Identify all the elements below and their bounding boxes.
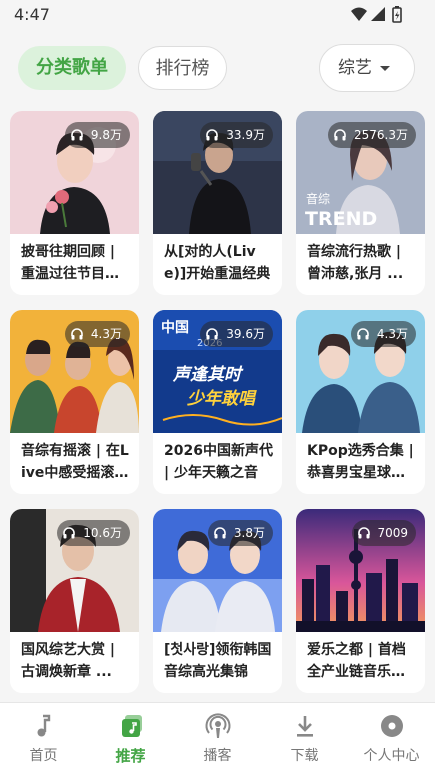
- headphones-icon: [214, 526, 226, 538]
- bottom-nav: 首页 推荐 播客 下载 个人中心: [0, 702, 435, 774]
- download-icon: [297, 716, 313, 737]
- play-count: 9.8万: [90, 128, 122, 142]
- cover-text: TREND: [305, 208, 377, 230]
- nav-label: 首页: [29, 748, 58, 764]
- cover-text: 中国: [161, 319, 189, 336]
- headphones-icon: [71, 327, 83, 339]
- cover-text: 少年敢唱: [187, 389, 257, 409]
- play-count-badge: 4.3万: [65, 321, 130, 347]
- playlist-title: 音综有摇滚 | 在Live中感受摇滚魅力: [21, 443, 129, 481]
- playlist-card[interactable]: 7009 爱乐之都 | 首档全产业链音乐综艺: [296, 509, 425, 693]
- play-count-badge: 4.3万: [351, 321, 416, 347]
- music-note-icon: [37, 714, 51, 737]
- play-count-badge: 10.6万: [57, 520, 130, 546]
- playlist-title: 披哥往期回顾 | 重温过往节目精彩: [21, 244, 119, 282]
- chip-category-playlists[interactable]: 分类歌单: [18, 46, 126, 90]
- chip-charts[interactable]: 排行榜: [138, 46, 227, 90]
- status-time: 4:47: [14, 5, 50, 24]
- headphones-icon: [357, 526, 370, 538]
- disc-icon: [381, 715, 403, 737]
- headphones-icon: [206, 327, 219, 339]
- nav-podcast[interactable]: 播客: [174, 703, 261, 774]
- play-count: 33.9万: [226, 128, 265, 142]
- playlist-title: [첫사랑]领衔韩国音综高光集锦: [164, 642, 272, 680]
- play-count: 2576.3万: [354, 128, 408, 142]
- wifi-icon: [351, 7, 367, 21]
- playlist-title: 国风综艺大赏 | 古调焕新章 ...: [21, 642, 115, 680]
- nav-recommend[interactable]: 推荐: [87, 703, 174, 774]
- nav-label: 播客: [203, 748, 232, 764]
- playlist-card[interactable]: 中国 2026 声逢其时 少年敢唱 39.6万 2026中国新声代 | 少年天籁…: [153, 310, 282, 494]
- nav-label: 推荐: [115, 747, 146, 765]
- play-count: 4.3万: [376, 327, 408, 341]
- play-count: 10.6万: [83, 526, 122, 540]
- status-icons: [351, 6, 402, 23]
- playlist-card[interactable]: 33.9万 从[对的人(Live)]开始重温经典: [153, 111, 282, 295]
- nav-home[interactable]: 首页: [0, 703, 87, 774]
- play-count: 3.8万: [233, 526, 265, 540]
- playlist-card[interactable]: 4.3万 KPop选秀合集 | 恭喜男宝星球出道: [296, 310, 425, 494]
- play-count-badge: 3.8万: [208, 520, 273, 546]
- playlist-title: 音综流行热歌 | 曾沛慈,张月 ...: [307, 244, 404, 282]
- headphones-icon: [334, 128, 346, 140]
- playlist-card[interactable]: 9.8万 披哥往期回顾 | 重温过往节目精彩: [10, 111, 139, 295]
- playlist-card[interactable]: 音综 TREND 2576.3万 音综流行热歌 | 曾沛慈,张月 ...: [296, 111, 425, 295]
- nav-download[interactable]: 下载: [261, 703, 348, 774]
- playlist-icon: [122, 715, 142, 737]
- headphones-icon: [63, 526, 76, 538]
- headphones-icon: [206, 128, 219, 140]
- dropdown-value: 综艺: [338, 58, 372, 78]
- play-count-badge: 39.6万: [200, 321, 273, 347]
- nav-profile[interactable]: 个人中心: [348, 703, 435, 774]
- status-bar: 4:47: [0, 0, 435, 30]
- category-dropdown[interactable]: 综艺: [319, 44, 415, 92]
- nav-label: 个人中心: [363, 748, 420, 764]
- playlist-title: KPop选秀合集 | 恭喜男宝星球出道: [307, 443, 414, 481]
- play-count-badge: 2576.3万: [328, 122, 416, 148]
- playlist-title: 从[对的人(Live)]开始重温经典: [164, 244, 271, 282]
- play-count-badge: 9.8万: [65, 122, 130, 148]
- playlist-card[interactable]: 3.8万 [첫사랑]领衔韩国音综高光集锦: [153, 509, 282, 693]
- cover-text: 音综: [306, 191, 330, 206]
- play-count: 39.6万: [226, 327, 265, 341]
- signal-icon: [371, 7, 385, 21]
- playlist-title: 2026中国新声代 | 少年天籁之音: [164, 443, 273, 481]
- playlist-card[interactable]: 10.6万 国风综艺大赏 | 古调焕新章 ...: [10, 509, 139, 693]
- play-count-badge: 33.9万: [200, 122, 273, 148]
- cover-text: 声逢其时: [172, 365, 244, 385]
- headphones-icon: [357, 327, 369, 339]
- headphones-icon: [71, 128, 83, 140]
- caret-down-icon: [380, 66, 390, 71]
- playlist-card[interactable]: 4.3万 音综有摇滚 | 在Live中感受摇滚魅力: [10, 310, 139, 494]
- podcast-icon: [205, 713, 231, 738]
- playlist-title: 爱乐之都 | 首档全产业链音乐综艺: [307, 642, 406, 680]
- filter-bar: 分类歌单 排行榜 综艺: [0, 44, 435, 94]
- nav-label: 下载: [290, 748, 319, 764]
- play-count: 4.3万: [90, 327, 122, 341]
- play-count: 7009: [377, 526, 408, 540]
- play-count-badge: 7009: [351, 520, 416, 546]
